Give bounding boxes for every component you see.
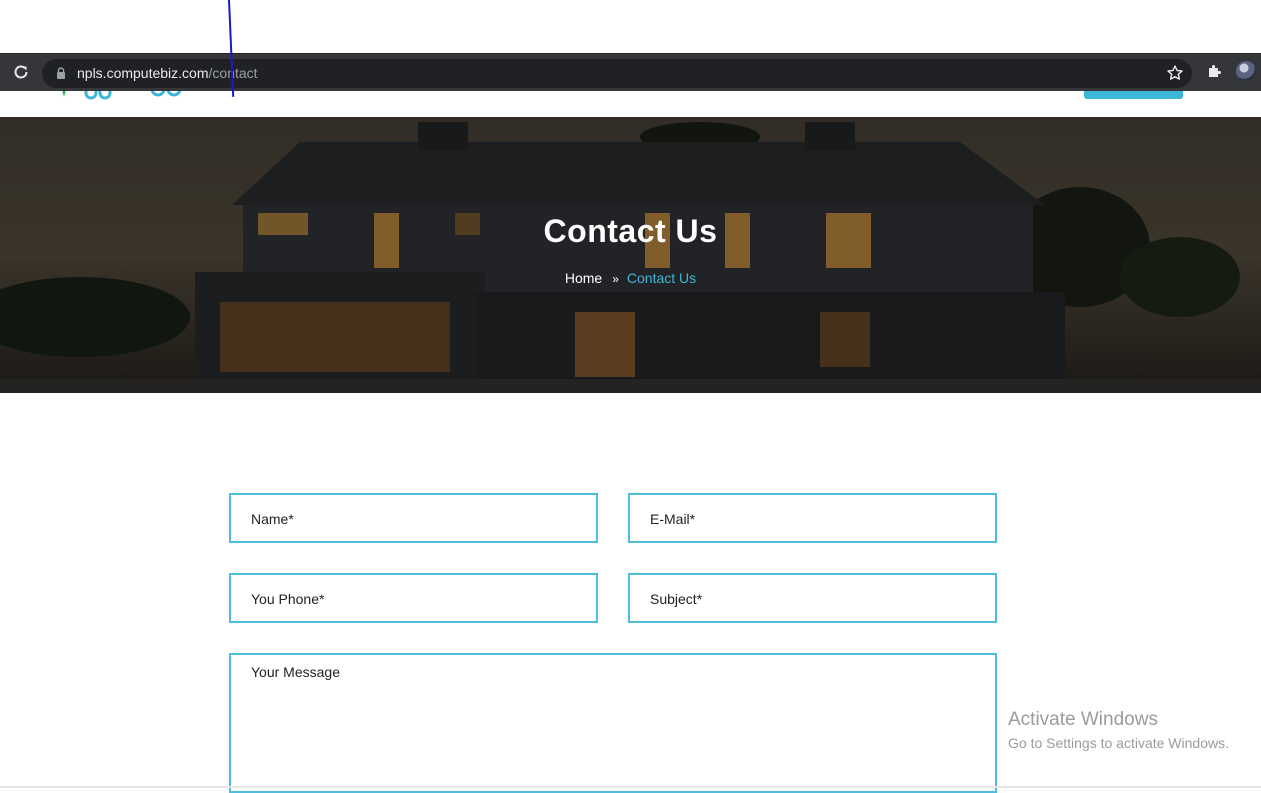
windows-activation-title: Activate Windows (1008, 709, 1158, 730)
url-host: npls.computebiz.com (77, 65, 209, 81)
site-header (0, 91, 1261, 117)
breadcrumb-home[interactable]: Home (565, 270, 602, 286)
hero-background-image (0, 117, 1261, 393)
phone-field[interactable]: You Phone* (229, 573, 598, 623)
star-icon[interactable] (1166, 64, 1184, 82)
browser-toolbar: npls.computebiz.com/contact (0, 53, 1261, 91)
breadcrumb-current: Contact Us (626, 270, 697, 286)
lock-icon (57, 67, 65, 79)
email-placeholder: E-Mail* (650, 511, 696, 527)
subject-field[interactable]: Subject* (628, 573, 997, 623)
site-logo[interactable] (56, 91, 206, 101)
extensions-icon[interactable] (1206, 62, 1224, 80)
reload-icon[interactable] (12, 63, 30, 81)
breadcrumb: Home » Contact Us (0, 270, 1261, 286)
subject-placeholder: Subject* (650, 591, 703, 607)
name-field[interactable]: Name* (229, 493, 598, 543)
email-field[interactable]: E-Mail* (628, 493, 997, 543)
message-placeholder: Your Message (251, 664, 340, 680)
header-cta-button[interactable] (1084, 91, 1183, 99)
name-placeholder: Name* (251, 511, 294, 527)
screen-top-strip (0, 0, 1261, 53)
page-title: Contact Us (543, 213, 718, 249)
hero-banner: Contact Us Home » Contact Us (0, 117, 1261, 393)
address-bar[interactable]: npls.computebiz.com/contact (42, 59, 1192, 88)
windows-activation-subtitle: Go to Settings to activate Windows. (1008, 735, 1229, 751)
chevron-right-icon: » (612, 272, 619, 286)
message-field[interactable]: Your Message (229, 653, 997, 793)
profile-avatar[interactable] (1236, 61, 1256, 81)
phone-placeholder: You Phone* (251, 591, 325, 607)
